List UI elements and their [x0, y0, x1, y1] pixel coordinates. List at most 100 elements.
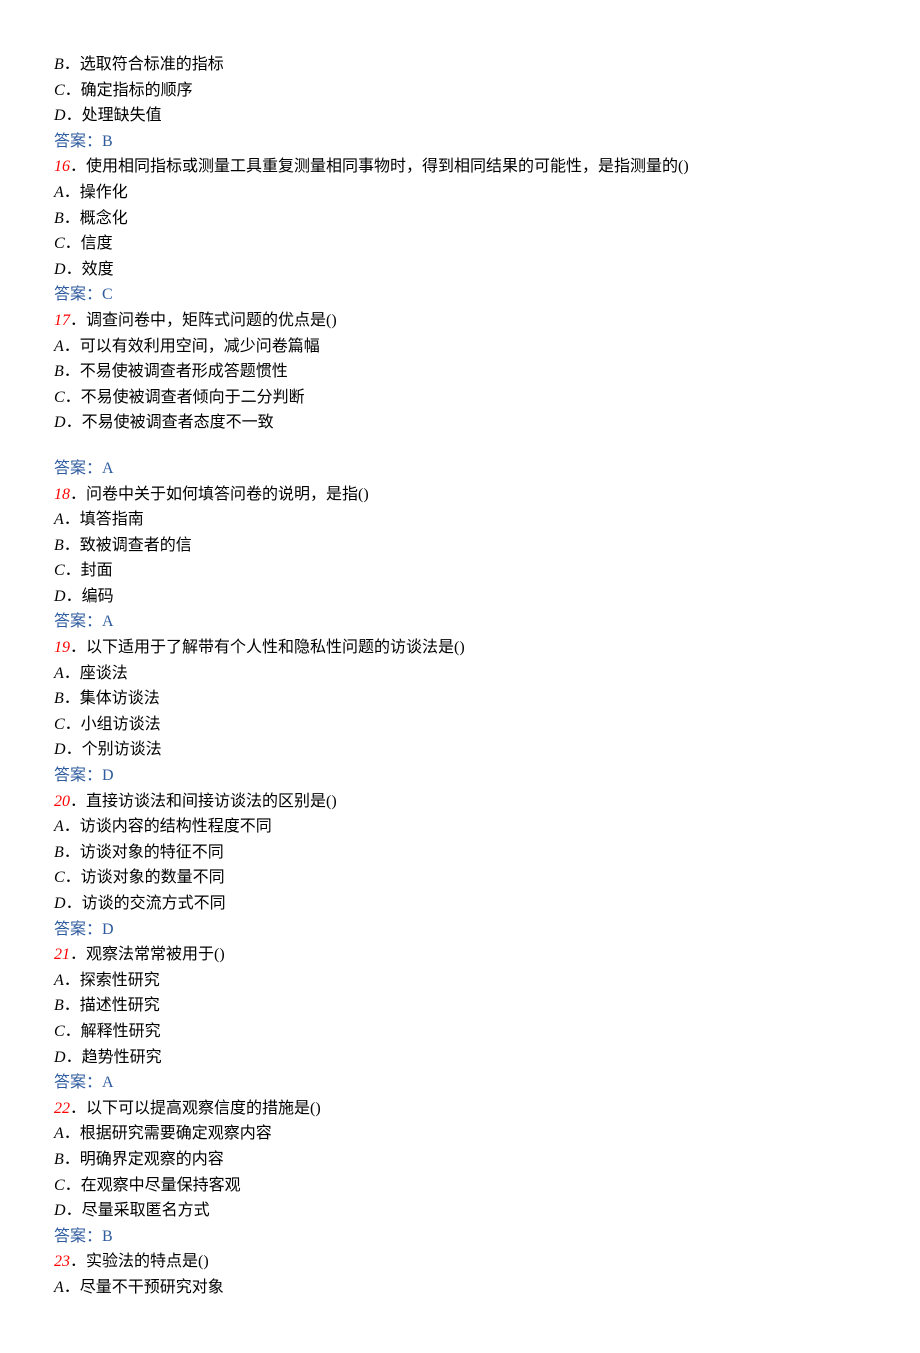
question-line: 17．调查问卷中，矩阵式问题的优点是() — [54, 308, 866, 334]
option-text: ．明确界定观察的内容 — [64, 1151, 224, 1168]
option-letter: A — [54, 511, 64, 528]
option-line: D．效度 — [54, 257, 866, 283]
option-letter: C — [54, 1177, 65, 1194]
option-text: ．尽量采取匿名方式 — [66, 1202, 210, 1219]
option-text: ．个别访谈法 — [66, 741, 162, 758]
option-line: A．填答指南 — [54, 507, 866, 533]
option-line: B．集体访谈法 — [54, 686, 866, 712]
option-line: A．座谈法 — [54, 661, 866, 687]
question-number: 16 — [54, 158, 70, 175]
question-num-suffix: ． — [70, 312, 86, 329]
option-text: ．填答指南 — [64, 511, 144, 528]
answer-value: A — [102, 1074, 114, 1091]
option-text: ．解释性研究 — [65, 1023, 161, 1040]
option-text: ．趋势性研究 — [66, 1049, 162, 1066]
option-text: ．可以有效利用空间，减少问卷篇幅 — [64, 338, 320, 355]
option-line: C．信度 — [54, 231, 866, 257]
option-letter: A — [54, 818, 64, 835]
option-letter: C — [54, 562, 65, 579]
question-text: 实验法的特点是() — [86, 1253, 209, 1270]
option-line: D．尽量采取匿名方式 — [54, 1198, 866, 1224]
answer-line: 答案：C — [54, 282, 866, 308]
option-letter: C — [54, 389, 65, 406]
answer-value: D — [102, 921, 114, 938]
question-num-suffix: ． — [70, 486, 86, 503]
option-text: ．处理缺失值 — [66, 107, 162, 124]
option-letter: D — [54, 895, 66, 912]
option-line: D．处理缺失值 — [54, 103, 866, 129]
option-letter: C — [54, 235, 65, 252]
option-line: A．操作化 — [54, 180, 866, 206]
option-text: ．小组访谈法 — [65, 716, 161, 733]
option-text: ．不易使被调查者倾向于二分判断 — [65, 389, 305, 406]
question-line: 22．以下可以提高观察信度的措施是() — [54, 1096, 866, 1122]
option-letter: C — [54, 1023, 65, 1040]
option-line: B．概念化 — [54, 206, 866, 232]
option-text: ．集体访谈法 — [64, 690, 160, 707]
question-line: 16．使用相同指标或测量工具重复测量相同事物时，得到相同结果的可能性，是指测量的… — [54, 154, 866, 180]
option-text: ．不易使被调查者态度不一致 — [66, 414, 274, 431]
option-text: ．概念化 — [64, 210, 128, 227]
option-text: ．信度 — [65, 235, 113, 252]
option-text: ．不易使被调查者形成答题惯性 — [64, 363, 288, 380]
answer-value: A — [102, 613, 114, 630]
option-text: ．在观察中尽量保持客观 — [65, 1177, 241, 1194]
option-letter: C — [54, 716, 65, 733]
option-letter: B — [54, 537, 64, 554]
answer-line: 答案：A — [54, 456, 866, 482]
option-text: ．访谈内容的结构性程度不同 — [64, 818, 272, 835]
option-line: D．个别访谈法 — [54, 737, 866, 763]
question-line: 21．观察法常常被用于() — [54, 942, 866, 968]
option-line: C．解释性研究 — [54, 1019, 866, 1045]
option-text: ．编码 — [66, 588, 114, 605]
option-line: D．访谈的交流方式不同 — [54, 891, 866, 917]
answer-label: 答案： — [54, 133, 102, 150]
answer-label: 答案： — [54, 286, 102, 303]
option-line: B．致被调查者的信 — [54, 533, 866, 559]
question-text: 以下可以提高观察信度的措施是() — [86, 1100, 321, 1117]
question-text: 调查问卷中，矩阵式问题的优点是() — [86, 312, 337, 329]
option-text: ．封面 — [65, 562, 113, 579]
answer-line: 答案：D — [54, 917, 866, 943]
option-text: ．根据研究需要确定观察内容 — [64, 1125, 272, 1142]
option-line: A．访谈内容的结构性程度不同 — [54, 814, 866, 840]
option-text: ．探索性研究 — [64, 972, 160, 989]
option-letter: D — [54, 414, 66, 431]
option-letter: C — [54, 869, 65, 886]
question-number: 21 — [54, 946, 70, 963]
option-line: B．不易使被调查者形成答题惯性 — [54, 359, 866, 385]
answer-label: 答案： — [54, 1228, 102, 1245]
answer-line: 答案：B — [54, 1224, 866, 1250]
option-letter: B — [54, 690, 64, 707]
question-text: 问卷中关于如何填答问卷的说明，是指() — [86, 486, 369, 503]
option-text: ．访谈对象的特征不同 — [64, 844, 224, 861]
document-body: B．选取符合标准的指标C．确定指标的顺序D．处理缺失值答案：B16．使用相同指标… — [54, 52, 866, 1301]
question-line: 20．直接访谈法和间接访谈法的区别是() — [54, 789, 866, 815]
option-letter: A — [54, 184, 64, 201]
option-text: ．效度 — [66, 261, 114, 278]
option-text: ．致被调查者的信 — [64, 537, 192, 554]
option-letter: A — [54, 338, 64, 355]
answer-line: 答案：A — [54, 609, 866, 635]
option-line: C．小组访谈法 — [54, 712, 866, 738]
question-line: 18．问卷中关于如何填答问卷的说明，是指() — [54, 482, 866, 508]
answer-label: 答案： — [54, 613, 102, 630]
answer-line: 答案：D — [54, 763, 866, 789]
option-line: D．编码 — [54, 584, 866, 610]
question-num-suffix: ． — [70, 639, 86, 656]
option-text: ．尽量不干预研究对象 — [64, 1279, 224, 1296]
option-letter: A — [54, 1125, 64, 1142]
option-letter: B — [54, 56, 64, 73]
option-line: C．访谈对象的数量不同 — [54, 865, 866, 891]
question-number: 22 — [54, 1100, 70, 1117]
option-line: B．明确界定观察的内容 — [54, 1147, 866, 1173]
question-text: 使用相同指标或测量工具重复测量相同事物时，得到相同结果的可能性，是指测量的() — [86, 158, 689, 175]
option-line: B．描述性研究 — [54, 993, 866, 1019]
option-letter: D — [54, 1202, 66, 1219]
question-text: 直接访谈法和间接访谈法的区别是() — [86, 793, 337, 810]
option-line: A．可以有效利用空间，减少问卷篇幅 — [54, 334, 866, 360]
question-num-suffix: ． — [70, 793, 86, 810]
answer-label: 答案： — [54, 1074, 102, 1091]
answer-label: 答案： — [54, 921, 102, 938]
answer-label: 答案： — [54, 767, 102, 784]
